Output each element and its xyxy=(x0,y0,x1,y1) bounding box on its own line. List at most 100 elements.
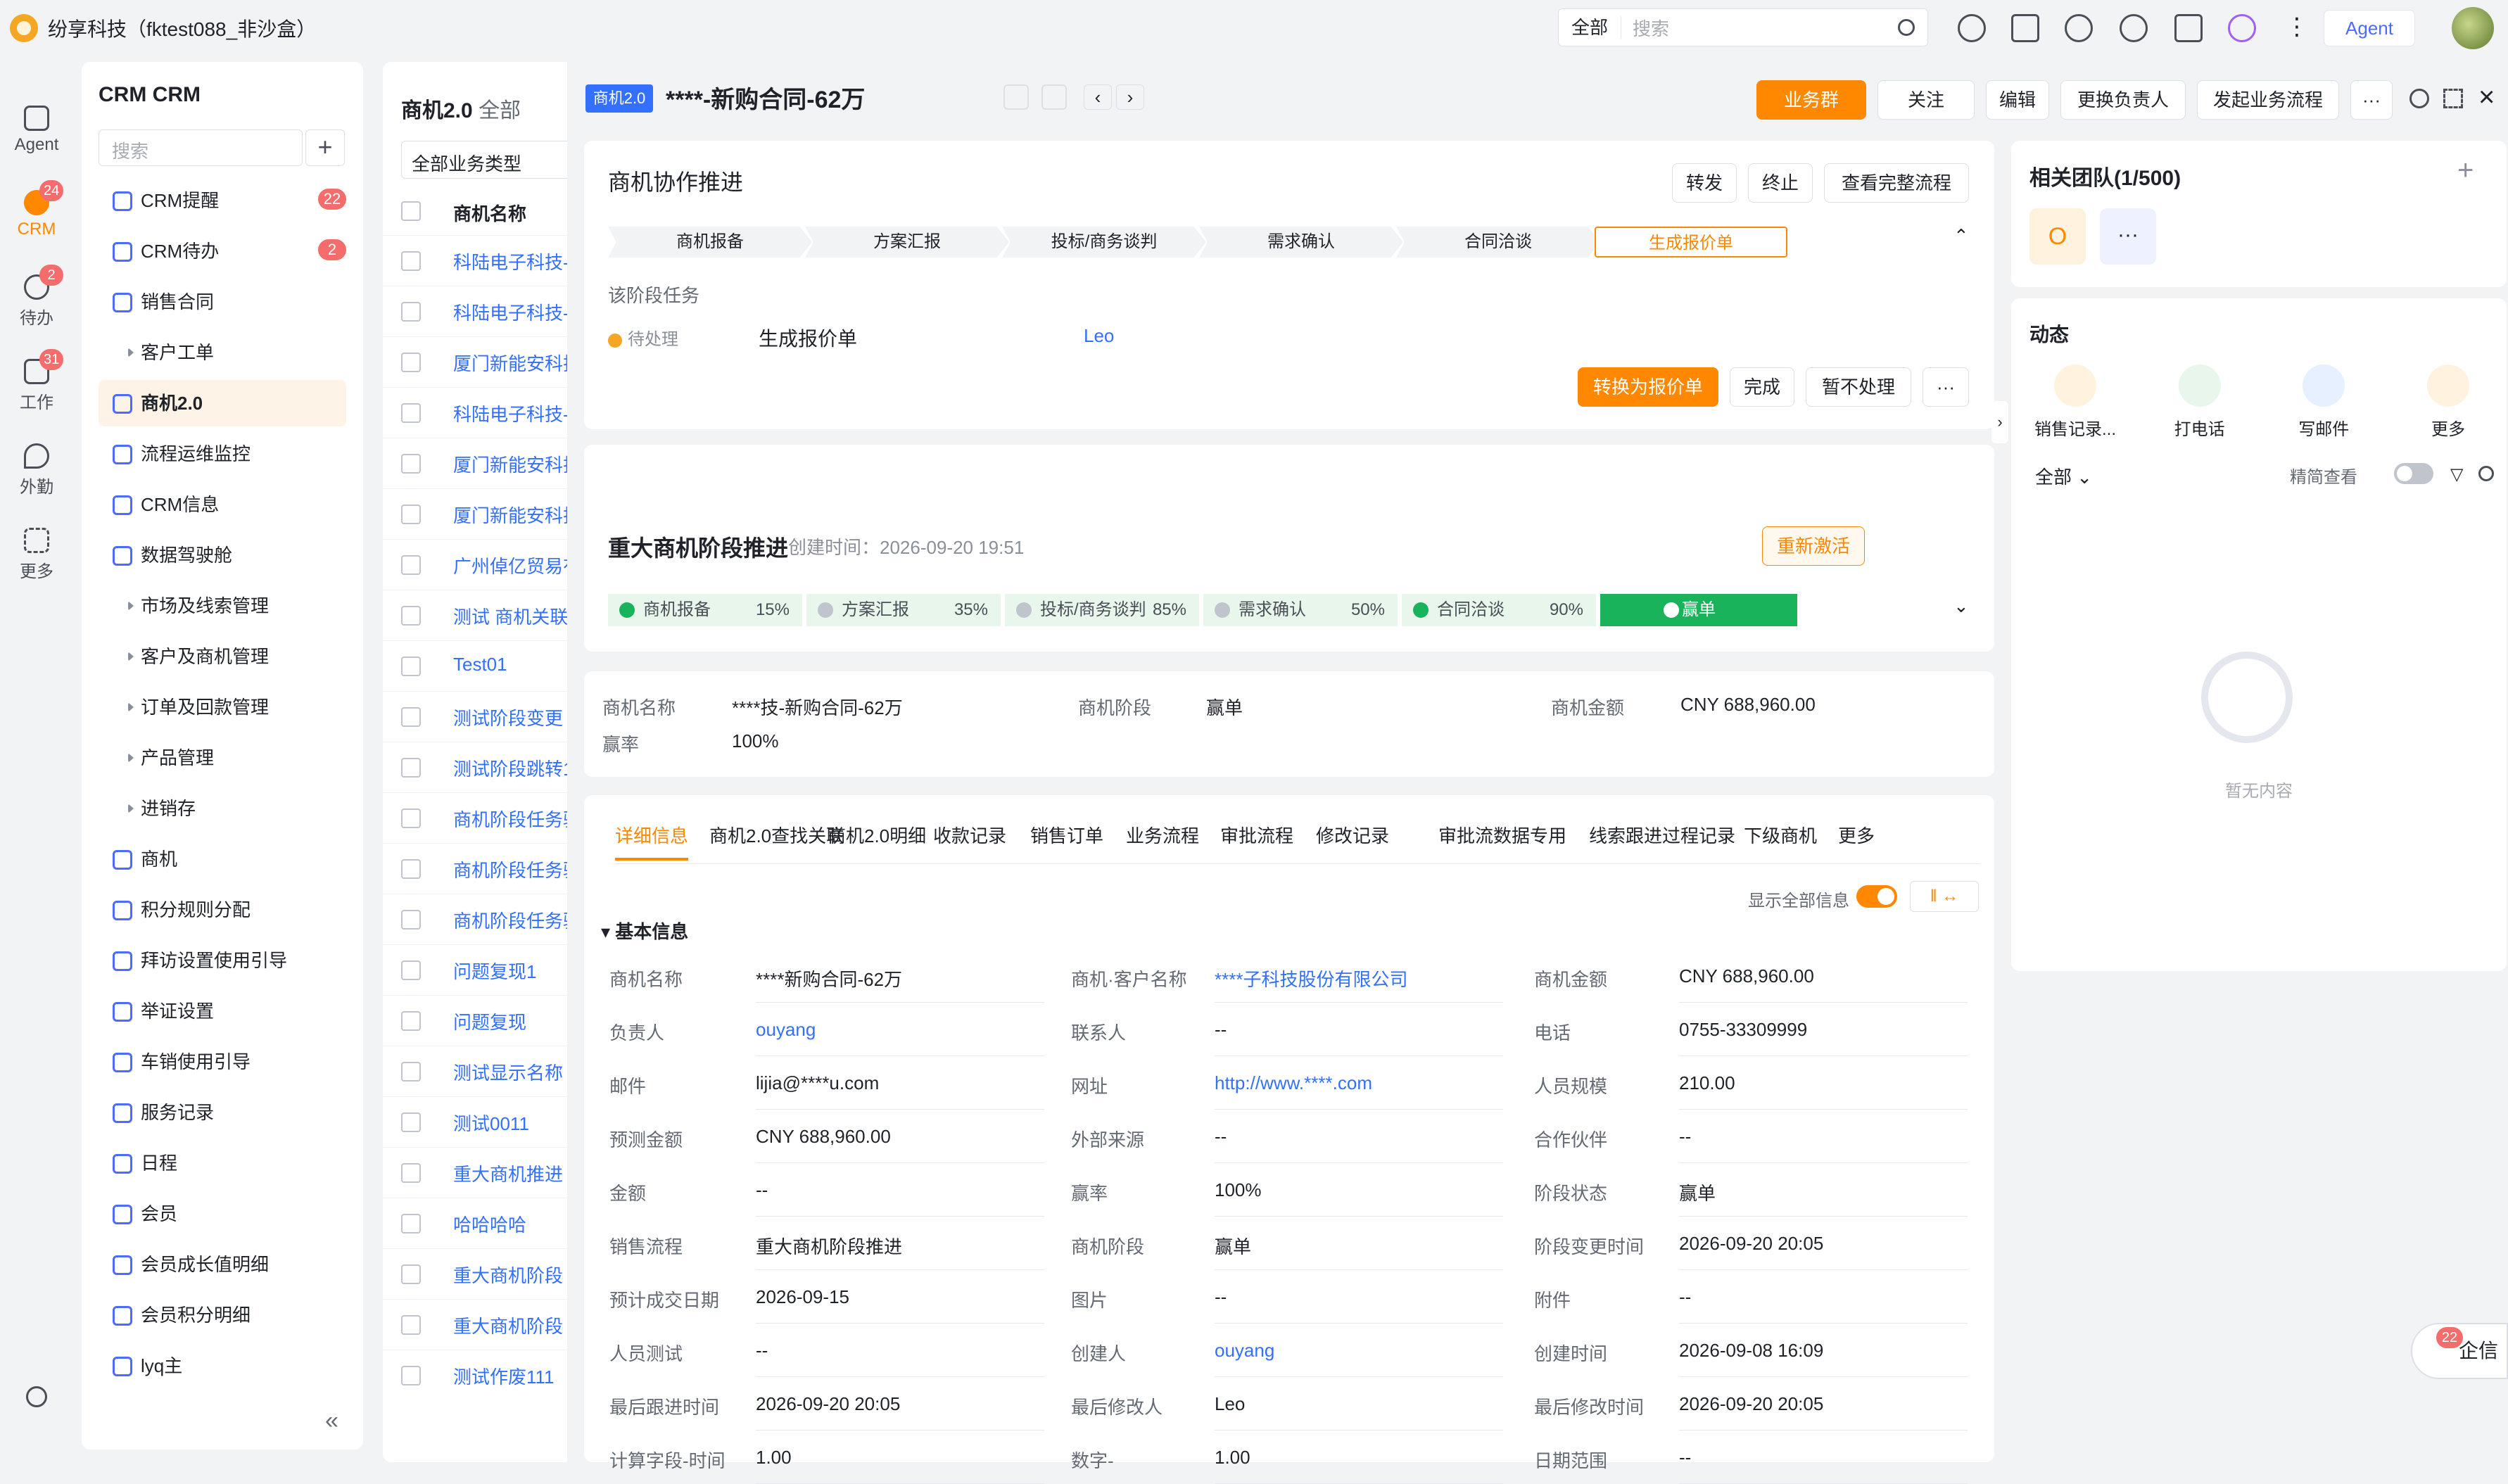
row-name-link[interactable]: 科陆电子科技- xyxy=(453,299,567,325)
activity-filter[interactable]: 全部 ⌄ xyxy=(2035,463,2092,489)
nav-title[interactable]: CRM CRM xyxy=(99,83,201,107)
field-value[interactable]: ouyang xyxy=(1215,1340,1274,1362)
app-more[interactable]: 更多 xyxy=(0,528,73,582)
nav-add-button[interactable]: + xyxy=(305,129,345,166)
detail-tab[interactable]: 商机2.0查找关联 xyxy=(709,822,844,848)
row-checkbox[interactable] xyxy=(401,1062,421,1082)
row-name-link[interactable]: 测试阶段变更 xyxy=(453,704,563,730)
row-checkbox[interactable] xyxy=(401,1264,421,1284)
call-action[interactable]: 打电话 xyxy=(2154,364,2246,440)
row-name-link[interactable]: 重大商机推进 xyxy=(453,1160,563,1186)
collab-stage[interactable]: 商机报备 xyxy=(608,227,812,258)
list-row[interactable]: 测试阶段变更 xyxy=(383,691,567,742)
row-name-link[interactable]: 厦门新能安科技 xyxy=(453,502,567,528)
store-icon[interactable] xyxy=(2174,14,2203,42)
list-row[interactable]: 测试 商机关联 xyxy=(383,590,567,640)
lock-icon[interactable] xyxy=(1003,84,1029,110)
show-all-toggle[interactable] xyxy=(1856,885,1897,908)
list-type-filter[interactable]: 全部业务类型 xyxy=(401,141,567,179)
list-scope[interactable]: 全部 xyxy=(479,99,521,122)
nav-item[interactable]: 销售合同 xyxy=(99,279,346,325)
help-icon[interactable] xyxy=(2120,14,2148,42)
detail-tab[interactable]: 销售订单 xyxy=(1030,822,1103,848)
nav-item[interactable]: 日程 xyxy=(99,1140,346,1186)
progress-stage[interactable]: 商机报备 15% xyxy=(608,594,802,626)
row-name-link[interactable]: 重大商机阶段 xyxy=(453,1312,563,1338)
row-name-link[interactable]: 问题复现1 xyxy=(453,958,536,984)
row-name-link[interactable]: 测试0011 xyxy=(453,1110,529,1136)
row-checkbox[interactable] xyxy=(401,353,421,372)
row-checkbox[interactable] xyxy=(401,1214,421,1234)
nav-item[interactable]: CRM待办 2 xyxy=(99,228,346,274)
collab-stage[interactable]: 方案汇报 xyxy=(805,227,1009,258)
collab-stage[interactable]: 需求确认 xyxy=(1199,227,1403,258)
list-row[interactable]: 测试0011 xyxy=(383,1096,567,1147)
row-checkbox[interactable] xyxy=(401,505,421,524)
progress-stage[interactable]: 方案汇报 35% xyxy=(806,594,1001,626)
nav-item[interactable]: 商机 xyxy=(99,836,346,882)
row-name-link[interactable]: 重大商机阶段 xyxy=(453,1262,563,1288)
row-name-link[interactable]: 商机阶段任务验 xyxy=(453,856,567,882)
row-checkbox[interactable] xyxy=(401,454,421,474)
list-row[interactable]: 哈哈哈哈 xyxy=(383,1198,567,1248)
list-row[interactable]: 商机阶段任务验 xyxy=(383,792,567,843)
row-name-link[interactable]: 科陆电子科技- xyxy=(453,248,567,274)
list-row[interactable]: 商机阶段任务验 xyxy=(383,843,567,894)
terminate-button[interactable]: 终止 xyxy=(1748,163,1813,203)
list-row[interactable]: 广州倬亿贸易有 xyxy=(383,539,567,590)
list-row[interactable]: 测试作废111 xyxy=(383,1350,567,1400)
row-name-link[interactable]: 商机阶段任务验 xyxy=(453,806,567,832)
app-field[interactable]: 外勤 xyxy=(0,443,73,497)
expand-progress-icon[interactable]: ⌄ xyxy=(1953,595,1969,617)
row-name-link[interactable]: Test01 xyxy=(453,654,507,676)
row-checkbox[interactable] xyxy=(401,1011,421,1031)
list-row[interactable]: 问题复现1 xyxy=(383,944,567,995)
complete-button[interactable]: 完成 xyxy=(1730,367,1794,407)
list-row[interactable]: 科陆电子科技- xyxy=(383,235,567,286)
skip-button[interactable]: 暂不处理 xyxy=(1806,367,1911,407)
row-checkbox[interactable] xyxy=(401,403,421,423)
search-icon[interactable] xyxy=(1898,19,1915,36)
list-title[interactable]: 商机2.0 全部 xyxy=(401,93,521,124)
nav-item[interactable]: 客户工单 xyxy=(99,329,346,376)
row-name-link[interactable]: 测试 商机关联 xyxy=(453,603,567,629)
list-row[interactable]: 测试阶段跳转1 xyxy=(383,742,567,792)
row-checkbox[interactable] xyxy=(401,1112,421,1132)
nav-item[interactable]: 进销存 xyxy=(99,785,346,832)
more-actions-button[interactable]: ··· xyxy=(2350,80,2393,120)
row-checkbox[interactable] xyxy=(401,606,421,626)
row-checkbox[interactable] xyxy=(401,1163,421,1183)
filter-icon[interactable]: ▽ xyxy=(2450,464,2463,485)
nav-item[interactable]: 举证设置 xyxy=(99,988,346,1034)
more-action[interactable]: 更多 xyxy=(2402,364,2494,440)
reactivate-button[interactable]: 重新激活 xyxy=(1762,526,1865,566)
nav-item[interactable]: 市场及线索管理 xyxy=(99,583,346,629)
view-flow-button[interactable]: 查看完整流程 xyxy=(1824,163,1969,203)
change-owner-button[interactable]: 更换负责人 xyxy=(2060,80,2186,120)
collab-stage[interactable]: 合同洽谈 xyxy=(1396,227,1600,258)
nav-item[interactable]: CRM信息 xyxy=(99,481,346,528)
row-name-link[interactable]: 商机阶段任务验 xyxy=(453,907,567,933)
nav-item[interactable]: 车销使用引导 xyxy=(99,1039,346,1085)
row-checkbox[interactable] xyxy=(401,758,421,778)
task-more-button[interactable]: ··· xyxy=(1923,367,1969,407)
row-name-link[interactable]: 测试阶段跳转1 xyxy=(453,755,567,781)
row-checkbox[interactable] xyxy=(401,555,421,575)
select-all-checkbox[interactable] xyxy=(401,201,421,221)
agent-button[interactable]: Agent xyxy=(2324,10,2415,46)
fullscreen-icon[interactable] xyxy=(2443,89,2463,108)
task-owner[interactable]: Leo xyxy=(1084,325,1114,347)
collapse-stages-icon[interactable]: ⌃ xyxy=(1953,225,1969,247)
row-name-link[interactable]: 哈哈哈哈 xyxy=(453,1211,526,1237)
progress-stage[interactable]: 合同洽谈 90% xyxy=(1402,594,1596,626)
team-member-avatar[interactable]: O xyxy=(2029,208,2086,265)
nav-item[interactable]: 商机2.0 xyxy=(99,380,346,426)
nav-item[interactable]: 积分规则分配 xyxy=(99,887,346,933)
nav-search-input[interactable]: 搜索 xyxy=(99,129,303,166)
close-icon[interactable]: × xyxy=(2478,82,2495,113)
global-search[interactable]: 全部 搜索 xyxy=(1558,8,1928,46)
microphone-icon[interactable] xyxy=(2228,14,2256,42)
progress-stage[interactable]: 赢单 xyxy=(1600,594,1797,626)
nav-item[interactable]: 会员 xyxy=(99,1191,346,1237)
list-row[interactable]: 测试显示名称 xyxy=(383,1046,567,1096)
